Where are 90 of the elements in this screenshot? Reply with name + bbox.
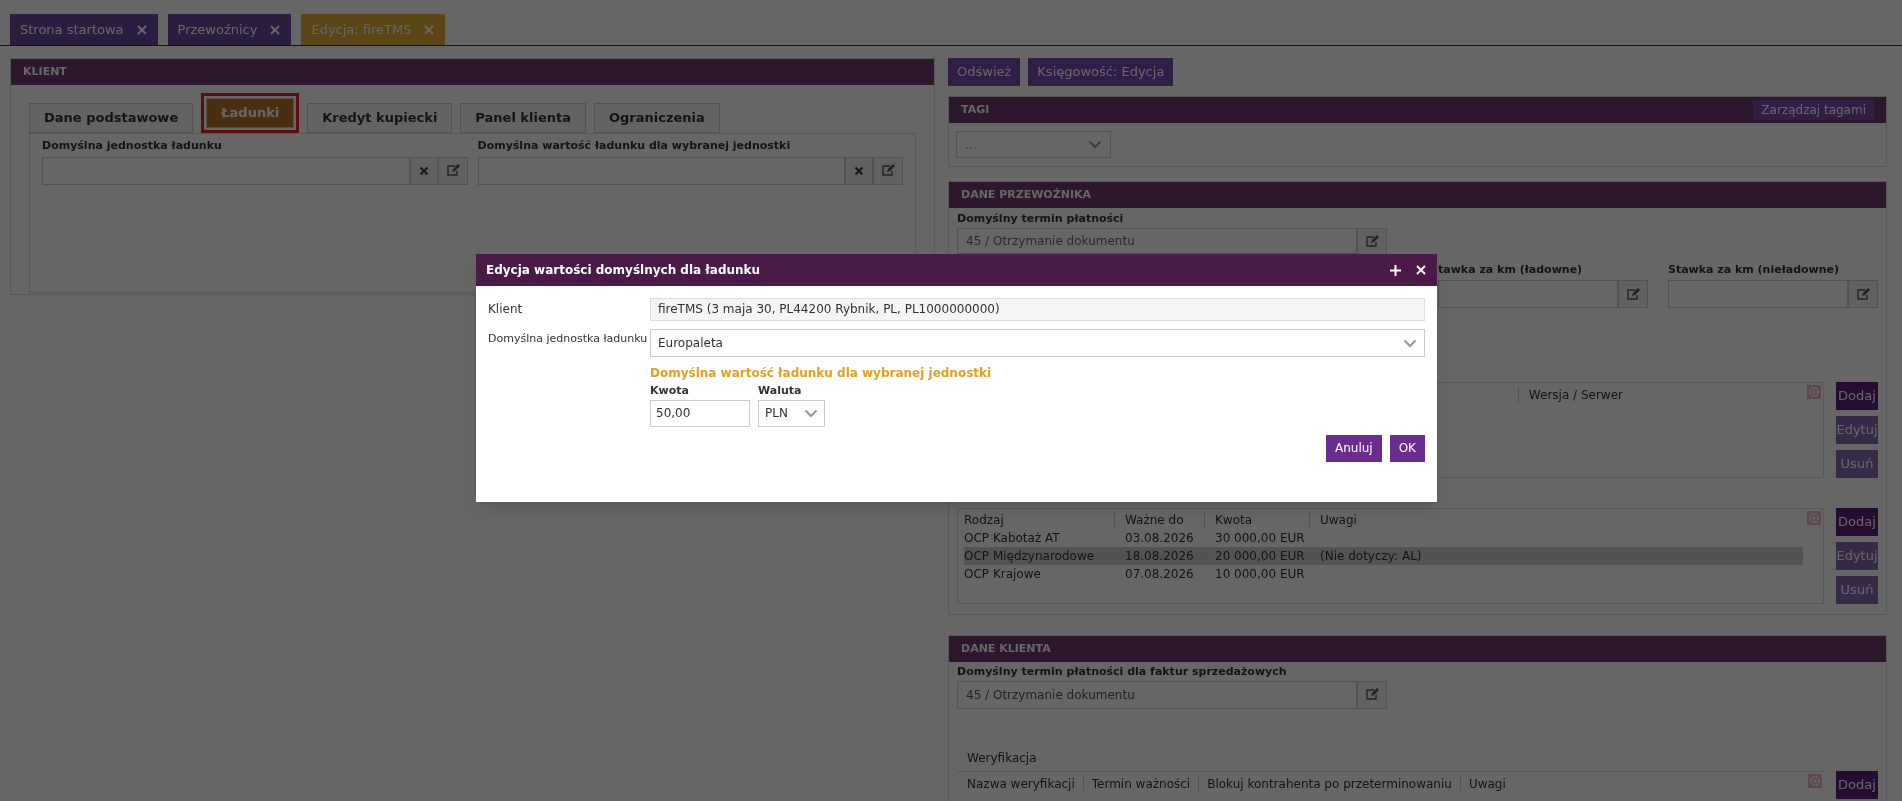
field-label: Domyślna jednostka ładunku	[42, 138, 223, 154]
dialog-title: Edycja wartości domyślnych dla ładunku	[486, 262, 761, 279]
edit-button[interactable]	[1357, 227, 1387, 256]
chevron-down-icon	[1088, 140, 1102, 149]
column-header: Blokuj kontrahenta po przeterminowaniu	[1198, 774, 1452, 791]
dialog-button[interactable]: Anuluj	[1325, 434, 1382, 462]
field-label: Waluta	[758, 383, 803, 399]
table-cell: 30 000,00 EUR	[1215, 531, 1305, 545]
field-label: Kwota	[650, 383, 690, 399]
edit-button[interactable]	[1357, 680, 1387, 709]
field-label: Stawka za km (nieładowne)	[1668, 261, 1841, 278]
close-icon[interactable]	[1415, 264, 1427, 276]
edit-button[interactable]	[873, 156, 903, 185]
tab[interactable]: Panel klienta	[460, 103, 586, 133]
manage-tags-button[interactable]: Zarządzaj tagami	[1753, 100, 1874, 120]
input-field[interactable]: 45 / Otrzymanie dokumentu	[957, 227, 1357, 254]
column-header: Ważne do	[1125, 513, 1184, 527]
clear-button[interactable]	[845, 156, 873, 185]
chevron-down-icon	[1403, 338, 1417, 348]
table-row[interactable]: OCP Międzynarodowe 18.08.2026 20 000,00 EUR (Nie dotyczy: AL)	[964, 547, 1803, 565]
field-label: Domyślna jednostka ładunku	[488, 331, 649, 347]
page-tab[interactable]: Strona startowa	[10, 14, 158, 45]
section-label: Weryfikacja	[967, 749, 1038, 767]
table-cell: 18.08.2026	[1125, 549, 1194, 563]
input-field[interactable]: 45 / Otrzymanie dokumentu	[957, 680, 1357, 709]
chevron-down-icon	[804, 408, 818, 418]
table-cell: OCP Kabotaż AT	[964, 531, 1060, 545]
table-row[interactable]: OCP Kabotaż AT 03.08.2026 30 000,00 EUR	[964, 529, 1803, 547]
toolbar-button[interactable]: Odśwież	[948, 58, 1021, 86]
panel-title: KLIENT	[23, 63, 67, 80]
edit-button[interactable]	[437, 156, 468, 185]
action-button[interactable]: Dodaj	[1836, 770, 1878, 799]
table-cell: 10 000,00 EUR	[1215, 567, 1305, 581]
panel-title: TAGI	[961, 101, 990, 118]
edit-icon	[1365, 688, 1379, 701]
edit-icon	[1856, 287, 1870, 301]
unit-select[interactable]: Europaleta	[650, 329, 1425, 357]
edit-icon	[445, 164, 460, 177]
field-label: Domyślny termin płatności	[957, 211, 1125, 227]
panel-title: DANE KLIENTA	[961, 640, 1051, 657]
column-header: Uwagi	[1459, 774, 1506, 791]
tab-label: Strona startowa	[20, 20, 124, 39]
action-button[interactable]: Dodaj	[1836, 382, 1878, 410]
column-header: Uwagi	[1320, 513, 1357, 527]
edit-icon	[881, 164, 895, 177]
tab-label: Przewoźnicy	[177, 20, 258, 39]
amount-field[interactable]: 50,00	[650, 399, 750, 427]
field-label: Domyślna wartość ładunku dla wybranej jednostki	[477, 138, 792, 154]
table-cell: 07.08.2026	[1125, 567, 1194, 581]
plus-icon[interactable]	[1390, 264, 1401, 276]
currency-select[interactable]: PLN	[758, 399, 825, 427]
table-cell: 20 000,00 EUR	[1215, 549, 1305, 563]
table-cell: OCP Krajowe	[964, 567, 1041, 581]
panel-title: DANE PRZEWOŹNIKA	[961, 186, 1091, 203]
field-label: Klient	[488, 301, 524, 318]
section-title: Domyślna wartość ładunku dla wybranej jednostki	[650, 365, 993, 382]
tab[interactable]: Kredyt kupiecki	[307, 103, 453, 133]
edit-button[interactable]	[1618, 280, 1648, 308]
gear-icon[interactable]	[1807, 511, 1821, 525]
client-field: fireTMS (3 maja 30, PL44200 Rybnik, PL, PL1000000000)	[650, 298, 1425, 321]
column-header: Wersja / Serwer	[1517, 386, 1623, 404]
clear-button[interactable]	[409, 156, 438, 185]
field-label: tawka za km (ładowne)	[1438, 261, 1584, 278]
gear-icon[interactable]	[1807, 385, 1821, 399]
tab[interactable]: Ładunki	[206, 98, 295, 128]
table-row[interactable]: OCP Krajowe 07.08.2026 10 000,00 EUR	[964, 565, 1803, 583]
toolbar-button[interactable]: Księgowość: Edycja	[1028, 58, 1174, 86]
clear-icon	[418, 165, 429, 176]
tab-label: Edycja: fireTMS	[311, 20, 412, 39]
tab[interactable]: Ograniczenia	[594, 103, 720, 133]
table-cell: 03.08.2026	[1125, 531, 1194, 545]
edit-button[interactable]	[1848, 280, 1878, 308]
dialog-button[interactable]: OK	[1389, 434, 1425, 462]
column-header: Kwota	[1215, 513, 1253, 527]
field-label: Domyślny termin płatności dla faktur sprzedażowych	[957, 664, 1288, 680]
action-button[interactable]: Dodaj	[1836, 508, 1878, 536]
page-tab[interactable]: Edycja: fireTMS	[301, 14, 446, 45]
tags-select[interactable]: ...	[956, 131, 1111, 158]
tab[interactable]: Dane podstawowe	[29, 103, 194, 133]
edit-icon	[1365, 235, 1379, 248]
edit-icon	[1626, 287, 1640, 301]
input-field[interactable]	[1438, 280, 1618, 308]
table-cell: OCP Międzynarodowe	[964, 549, 1095, 563]
page-tab[interactable]: Przewoźnicy	[167, 14, 292, 45]
clear-icon	[854, 165, 864, 176]
table-cell: (Nie dotyczy: AL)	[1320, 549, 1422, 563]
column-header: Rodzaj	[964, 513, 1004, 527]
column-header: Nazwa weryfikacji	[967, 775, 1075, 791]
gear-icon[interactable]	[1808, 773, 1822, 788]
column-header: Termin ważności	[1082, 774, 1191, 791]
